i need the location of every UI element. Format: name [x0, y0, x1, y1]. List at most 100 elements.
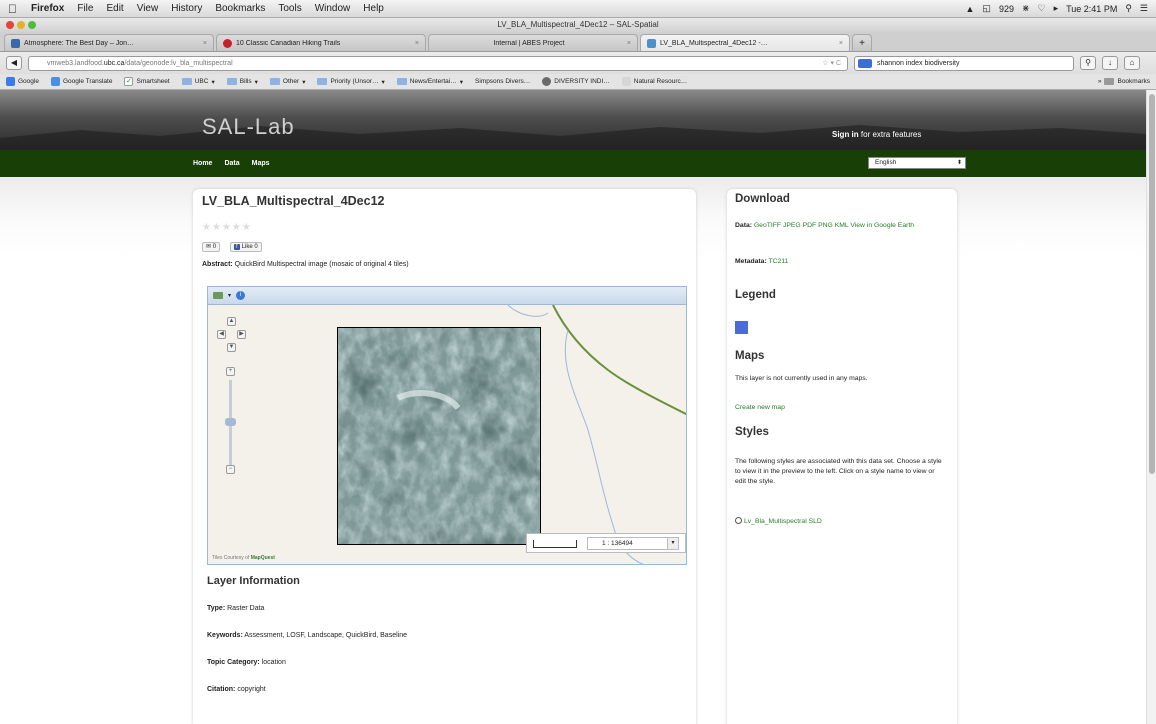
menu-tools[interactable]: Tools: [278, 3, 301, 14]
pan-left-button[interactable]: ◀: [217, 330, 226, 339]
url-bar[interactable]: vmweb3.landfood.ubc.ca/data/geonode:lv_b…: [28, 55, 848, 71]
menu-history[interactable]: History: [171, 3, 202, 14]
nav-data[interactable]: Data: [224, 160, 239, 167]
search-engine-icon[interactable]: [858, 58, 872, 68]
abstract: Abstract: QuickBird Multispectral image …: [202, 261, 409, 268]
bookmark-folder-bills[interactable]: Bills ▾: [226, 78, 258, 86]
tab-atmosphere[interactable]: Atmosphere: The Best Day – Jon… ×: [4, 34, 214, 51]
style-option[interactable]: Lv_Bla_Multispectral SLD: [735, 516, 945, 527]
navigation-toolbar: ◀ vmweb3.landfood.ubc.ca/data/geonode:lv…: [0, 52, 1156, 74]
menu-app-firefox[interactable]: Firefox: [31, 3, 64, 14]
nav-maps[interactable]: Maps: [252, 160, 270, 167]
menu-help[interactable]: Help: [363, 3, 384, 14]
pan-right-button[interactable]: ▶: [237, 330, 246, 339]
tab-close-icon[interactable]: ×: [203, 40, 207, 47]
page-scrollbar[interactable]: [1146, 90, 1156, 724]
zoom-slider-handle[interactable]: [225, 418, 236, 426]
bluetooth-icon[interactable]: ⋇: [1022, 3, 1030, 14]
bookmark-google-translate[interactable]: Google Translate: [50, 77, 112, 86]
radio-icon[interactable]: [735, 516, 742, 524]
tab-close-icon[interactable]: ×: [627, 40, 631, 47]
bookmark-folder-ubc[interactable]: UBC ▾: [181, 78, 215, 86]
reload-icon[interactable]: ☆ ▾ C: [822, 57, 841, 70]
bookmark-diversity[interactable]: DIVERSITY INDI…: [542, 77, 610, 86]
info-icon[interactable]: i: [236, 291, 246, 300]
minimize-window-icon[interactable]: [17, 21, 25, 29]
layers-icon[interactable]: [213, 292, 223, 299]
sidebar-card: Download Data: GeoTIFF JPEG PDF PNG KML …: [727, 189, 957, 724]
tab-close-icon[interactable]: ×: [415, 40, 419, 47]
dropdown-caret-icon[interactable]: ▾: [228, 292, 231, 299]
bookmark-label: Other: [282, 78, 300, 85]
menu-bookmarks[interactable]: Bookmarks: [215, 3, 265, 14]
site-logo[interactable]: SAL-Lab: [202, 114, 295, 140]
bookmark-folder-news[interactable]: News/Entertai… ▾: [396, 78, 463, 86]
tab-hiking-trails[interactable]: 10 Classic Canadian Hiking Trails ×: [216, 34, 426, 51]
scrollbar-thumb[interactable]: [1149, 94, 1155, 474]
menu-edit[interactable]: Edit: [106, 3, 123, 14]
map-preview[interactable]: ▾ i ▲ ◀ ▶ ▼ + − Tiles Courtesy of MapQue…: [207, 286, 687, 565]
clock[interactable]: Tue 2:41 PM: [1066, 4, 1117, 14]
bookmark-simpsons[interactable]: Simpsons Divers…: [475, 78, 530, 85]
language-select[interactable]: English ⬍: [868, 157, 966, 169]
sync-icon[interactable]: ◱: [982, 3, 991, 14]
metadata-label: Metadata:: [735, 258, 767, 265]
bookmark-smartsheet[interactable]: ✓ Smartsheet: [124, 77, 170, 86]
bookmark-label: Bookmarks: [1117, 78, 1150, 85]
zoom-out-button[interactable]: −: [226, 465, 235, 474]
tab-abes-project[interactable]: Internal | ABES Project ×: [428, 34, 638, 51]
status-counter[interactable]: 929: [999, 4, 1014, 14]
abstract-text: QuickBird Multispectral image (mosaic of…: [232, 261, 409, 268]
dropbox-icon[interactable]: ▲: [966, 4, 975, 14]
layer-detail-card: LV_BLA_Multispectral_4Dec12 ★★★★★ ✉ 0 fL…: [193, 189, 696, 724]
downloads-icon[interactable]: ↓: [1102, 56, 1118, 70]
create-new-map-link[interactable]: Create new map: [735, 404, 785, 411]
back-button[interactable]: ◀: [6, 56, 22, 70]
home-icon[interactable]: ⌂: [1124, 56, 1140, 70]
style-sld-link[interactable]: SLD: [807, 518, 822, 525]
notification-list-icon[interactable]: ☰: [1140, 3, 1148, 14]
bookmarks-menu[interactable]: » Bookmarks: [1098, 78, 1150, 85]
search-input[interactable]: shannon index biodiversity: [854, 55, 1074, 71]
rating-stars[interactable]: ★★★★★: [202, 222, 252, 233]
scale-dropdown-icon[interactable]: ▾: [667, 537, 679, 550]
wifi-icon[interactable]: ♡: [1038, 3, 1046, 14]
scale-ratio[interactable]: 1 : 136494: [587, 537, 672, 550]
site-banner: SAL-Lab Sign in for extra features: [0, 90, 1146, 150]
sign-in-link[interactable]: Sign in for extra features: [832, 130, 921, 139]
tab-lv-bla-multispectral[interactable]: LV_BLA_Multispectral_4Dec12 -… ×: [640, 34, 850, 51]
map-canvas[interactable]: ▲ ◀ ▶ ▼ + − Tiles Courtesy of MapQuest 1…: [208, 305, 686, 564]
bookmarks-icon: [1104, 78, 1115, 85]
tab-label: Atmosphere: The Best Day – Jon…: [24, 39, 134, 47]
pan-down-button[interactable]: ▼: [227, 343, 236, 352]
bookmark-google[interactable]: Google: [6, 77, 39, 86]
menu-file[interactable]: File: [77, 3, 93, 14]
bookmark-natural-resources[interactable]: Natural Resourc…: [621, 77, 687, 86]
pan-up-button[interactable]: ▲: [227, 317, 236, 326]
map-toolbar: ▾ i: [208, 287, 686, 305]
close-window-icon[interactable]: [6, 21, 14, 29]
new-tab-button[interactable]: +: [852, 34, 872, 51]
info-label: Topic Category:: [207, 659, 260, 666]
bookmark-folder-priority[interactable]: Priority (Unsor… ▾: [317, 78, 385, 86]
zoom-window-icon[interactable]: [28, 21, 36, 29]
metadata-tc211-link[interactable]: TC211: [767, 258, 788, 265]
style-name-link[interactable]: Lv_Bla_Multispectral: [744, 518, 807, 525]
menu-window[interactable]: Window: [315, 3, 351, 14]
bookmark-folder-other[interactable]: Other ▾: [269, 78, 305, 86]
search-icon[interactable]: ⚲: [1080, 56, 1096, 70]
data-format-links[interactable]: GeoTIFF JPEG PDF PNG KML View in Google …: [752, 222, 914, 229]
share-button[interactable]: ✉ 0: [202, 242, 221, 252]
apple-icon[interactable]: : [8, 2, 17, 16]
volume-icon[interactable]: ▸: [1054, 3, 1059, 14]
zoom-in-button[interactable]: +: [226, 367, 235, 376]
spotlight-search-icon[interactable]: ⚲: [1125, 3, 1132, 14]
tab-favicon-icon: [647, 38, 656, 48]
nav-home[interactable]: Home: [193, 160, 212, 167]
menu-view[interactable]: View: [137, 3, 159, 14]
facebook-like-button[interactable]: f Like 0: [230, 242, 262, 252]
bookmark-label: Smartsheet: [136, 78, 170, 85]
tab-close-icon[interactable]: ×: [839, 40, 843, 47]
mapquest-link[interactable]: MapQuest: [251, 555, 275, 561]
facebook-icon: f: [234, 244, 240, 250]
